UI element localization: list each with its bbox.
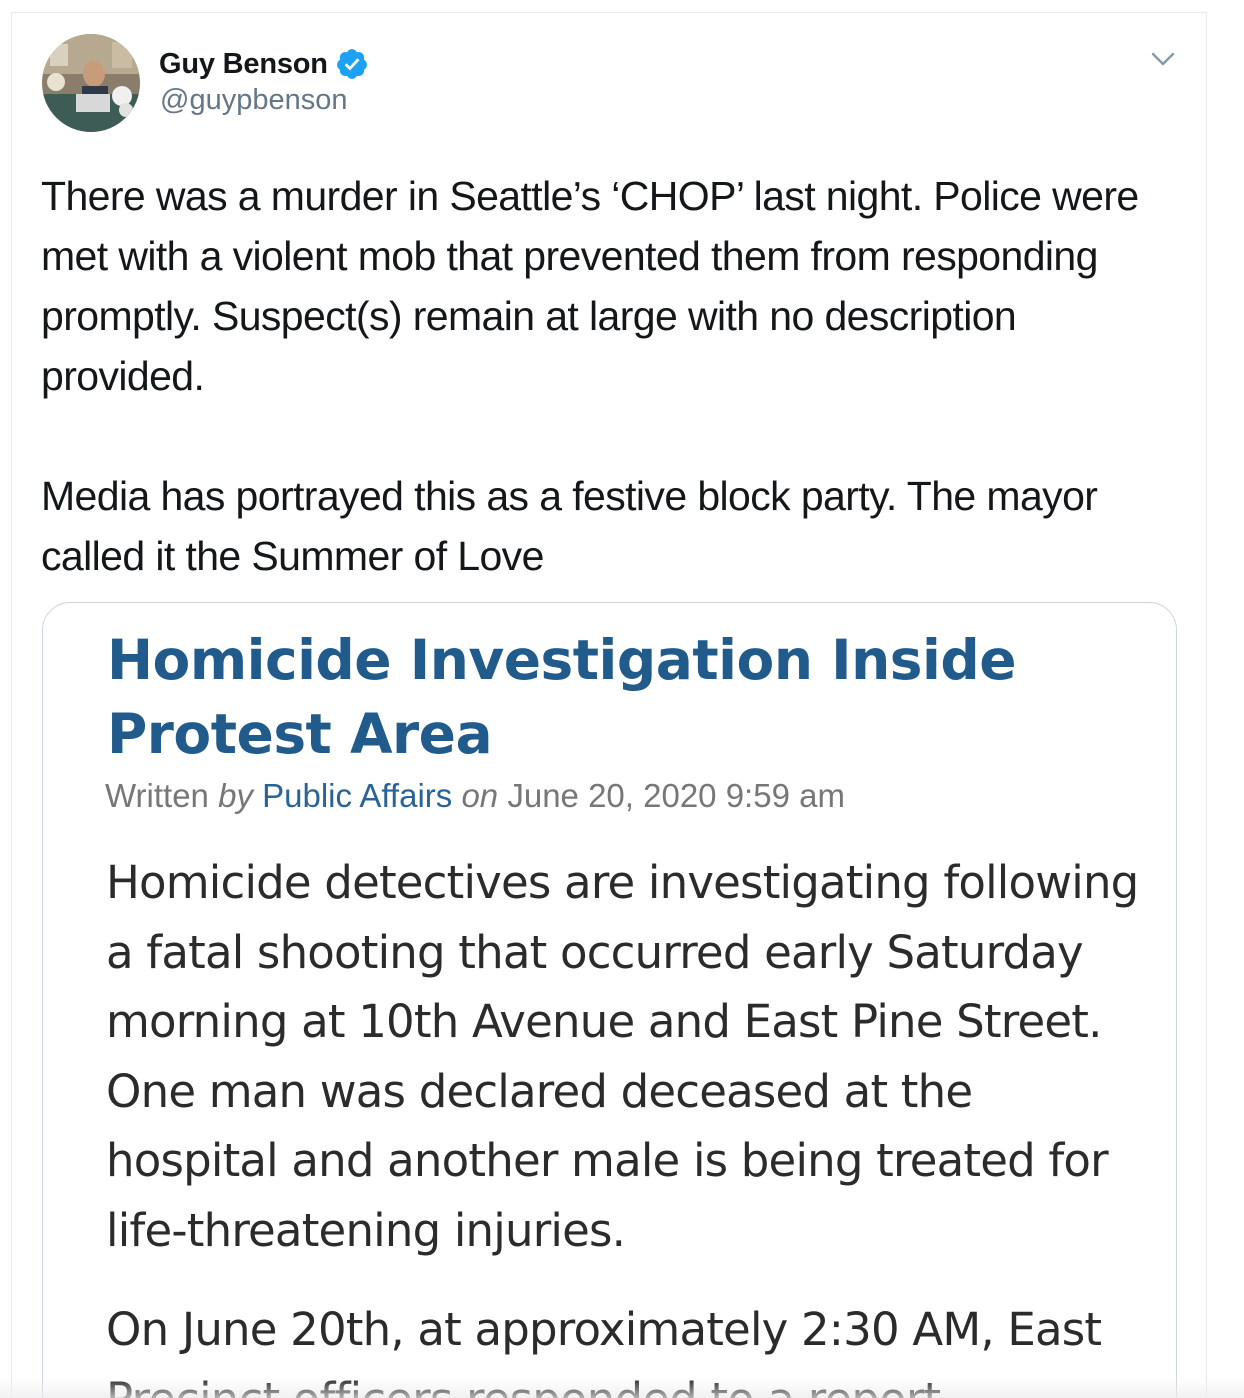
verified-badge-icon — [335, 47, 369, 81]
article-body: Homicide detectives are investigating fo… — [106, 848, 1146, 1398]
author-name-row[interactable]: Guy Benson — [159, 44, 369, 84]
article-paragraph: Homicide detectives are investigating fo… — [106, 856, 1139, 1257]
article-title: Homicide Investigation Inside Protest Ar… — [107, 628, 1017, 766]
tweet-paragraph: There was a murder in Seattle’s ‘CHOP’ l… — [41, 173, 1139, 399]
user-handle[interactable]: @guypbenson — [160, 84, 347, 117]
attached-image-card[interactable]: Homicide Investigation Inside Protest Ar… — [42, 602, 1177, 1398]
display-name[interactable]: Guy Benson — [159, 48, 328, 81]
page: Guy Benson @guypbenson There was a murde… — [0, 0, 1244, 1398]
article-byline: Written by Public Affairs on June 20, 20… — [105, 777, 845, 815]
chevron-down-icon[interactable] — [1146, 42, 1180, 76]
byline-author: Public Affairs — [262, 777, 453, 814]
byline-by: by — [218, 777, 253, 814]
tweet-text: There was a murder in Seattle’s ‘CHOP’ l… — [41, 166, 1181, 586]
byline-date: June 20, 2020 9:59 am — [507, 777, 845, 814]
tweet-paragraph: Media has portrayed this as a festive bl… — [41, 473, 1098, 579]
byline-written: Written — [105, 777, 209, 814]
byline-on: on — [461, 777, 499, 814]
bottom-fade — [0, 1378, 1244, 1398]
avatar-photo — [42, 34, 140, 132]
avatar[interactable] — [42, 34, 140, 132]
